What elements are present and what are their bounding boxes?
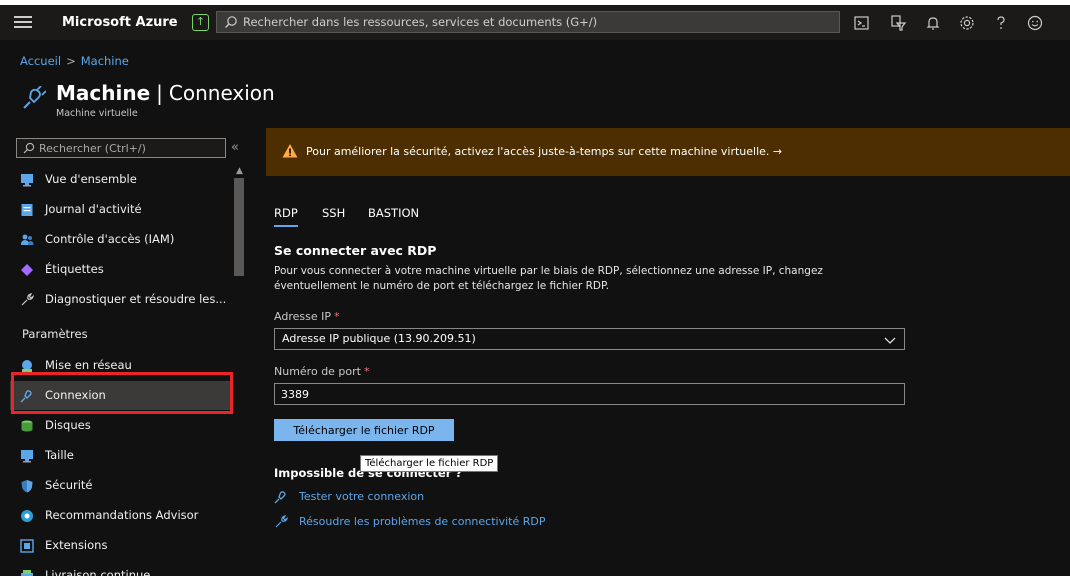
breadcrumb-separator: > bbox=[66, 54, 76, 68]
sidebar-item-label: Sécurité bbox=[45, 478, 93, 492]
network-icon bbox=[22, 360, 32, 372]
tag-icon bbox=[21, 264, 33, 276]
gear-icon[interactable] bbox=[958, 14, 976, 32]
jit-warning-banner[interactable]: Pour améliorer la sécurité, activez l'ac… bbox=[266, 128, 1070, 176]
page-subtitle: Machine virtuelle bbox=[56, 108, 138, 119]
sidebar-item-size[interactable]: Taille bbox=[10, 441, 232, 470]
sidebar-item-diagnose[interactable]: Diagnostiquer et résoudre les... bbox=[10, 285, 232, 314]
monitor-icon bbox=[21, 450, 33, 463]
global-search[interactable] bbox=[216, 11, 840, 33]
ip-address-value: Adresse IP publique (13.90.209.51) bbox=[282, 332, 476, 345]
sidebar-item-label: Connexion bbox=[45, 388, 106, 402]
breadcrumb: Accueil > Machine bbox=[20, 54, 129, 68]
download-rdp-tooltip: Télécharger le fichier RDP bbox=[360, 455, 499, 472]
sidebar-item-label: Extensions bbox=[45, 538, 108, 552]
warning-icon bbox=[282, 144, 298, 158]
feedback-smiley-icon[interactable] bbox=[1026, 14, 1044, 32]
azure-brand[interactable]: Microsoft Azure bbox=[62, 15, 178, 30]
tab-bastion[interactable]: BASTION bbox=[368, 206, 419, 220]
port-number-label: Numéro de port * bbox=[274, 365, 370, 378]
title-separator: | bbox=[156, 81, 163, 105]
port-number-input[interactable] bbox=[274, 383, 905, 405]
sidebar-item-label: Disques bbox=[45, 418, 91, 432]
sidebar-item-label: Étiquettes bbox=[45, 262, 104, 276]
sidebar-item-label: Vue d'ensemble bbox=[45, 172, 137, 186]
help-icon[interactable] bbox=[992, 14, 1010, 32]
ip-address-label-text: Adresse IP bbox=[274, 310, 331, 323]
hamburger-menu-icon[interactable] bbox=[14, 13, 32, 31]
sidebar-search-input[interactable] bbox=[39, 140, 219, 156]
main-content: Pour améliorer la sécurité, activez l'ac… bbox=[266, 128, 1070, 576]
sidebar-item-activity-log[interactable]: Journal d'activité bbox=[10, 195, 232, 224]
download-rdp-button[interactable]: Télécharger le fichier RDP bbox=[274, 419, 454, 441]
scroll-up-arrow-icon[interactable]: ▲ bbox=[236, 166, 243, 176]
log-icon bbox=[21, 204, 33, 216]
sidebar-item-label: Taille bbox=[45, 448, 74, 462]
page-title: Machine | Connexion bbox=[56, 81, 275, 105]
sidebar-item-overview[interactable]: Vue d'ensemble bbox=[10, 165, 232, 194]
blade-name: Connexion bbox=[168, 81, 275, 105]
ip-address-label: Adresse IP * bbox=[274, 310, 339, 323]
chevron-down-icon bbox=[884, 337, 896, 344]
wrench-icon bbox=[275, 515, 288, 528]
banner-message: Pour améliorer la sécurité, activez l'ac… bbox=[306, 145, 783, 158]
delivery-icon bbox=[21, 570, 33, 576]
directory-filter-icon[interactable] bbox=[889, 14, 907, 32]
connect-plug-icon bbox=[274, 491, 286, 504]
sidebar-item-extensions[interactable]: Extensions bbox=[10, 531, 232, 560]
wrench-icon bbox=[21, 293, 34, 306]
search-icon bbox=[225, 16, 237, 28]
sidebar-item-label: Contrôle d'accès (IAM) bbox=[45, 232, 175, 246]
top-bar: Microsoft Azure ↑ bbox=[0, 0, 1070, 40]
upgrade-icon[interactable]: ↑ bbox=[192, 14, 209, 31]
sidebar-scroll-thumb[interactable] bbox=[234, 178, 244, 276]
sidebar-item-label: Mise en réseau bbox=[45, 358, 132, 372]
disk-icon bbox=[21, 420, 33, 432]
bell-icon[interactable] bbox=[924, 14, 942, 32]
troubleshoot-rdp-link[interactable]: Résoudre les problèmes de connectivité R… bbox=[299, 515, 545, 528]
extension-icon bbox=[20, 539, 34, 553]
sidebar-search[interactable] bbox=[16, 138, 226, 158]
resource-name: Machine bbox=[56, 81, 151, 105]
ip-address-dropdown[interactable]: Adresse IP publique (13.90.209.51) bbox=[274, 328, 905, 350]
sidebar-item-label: Journal d'activité bbox=[45, 202, 142, 216]
required-mark: * bbox=[333, 310, 340, 323]
sidebar-item-tags[interactable]: Étiquettes bbox=[10, 255, 232, 284]
collapse-sidebar-button[interactable]: « bbox=[231, 140, 239, 155]
section-description: Pour vous connecter à votre machine virt… bbox=[274, 265, 823, 292]
global-search-input[interactable] bbox=[243, 14, 833, 30]
sidebar-item-connect[interactable]: Connexion bbox=[10, 381, 232, 410]
cloud-shell-icon[interactable] bbox=[853, 14, 871, 32]
sidebar-item-label: Livraison continue bbox=[45, 568, 151, 576]
search-icon bbox=[23, 142, 35, 154]
required-mark: * bbox=[364, 365, 370, 378]
sidebar-item-security[interactable]: Sécurité bbox=[10, 471, 232, 500]
tab-rdp[interactable]: RDP bbox=[274, 206, 298, 227]
breadcrumb-current[interactable]: Machine bbox=[81, 54, 129, 68]
sidebar-section-parametres: Paramètres bbox=[22, 327, 88, 341]
section-title: Se connecter avec RDP bbox=[274, 243, 437, 258]
sidebar-item-continuous-delivery[interactable]: Livraison continue bbox=[10, 561, 232, 576]
sidebar-item-label: Diagnostiquer et résoudre les... bbox=[45, 292, 227, 306]
shield-icon bbox=[21, 480, 33, 493]
sidebar-item-label: Recommandations Advisor bbox=[45, 508, 199, 522]
tab-ssh[interactable]: SSH bbox=[322, 206, 345, 220]
sidebar-item-iam[interactable]: Contrôle d'accès (IAM) bbox=[10, 225, 232, 254]
connect-plug-icon bbox=[23, 86, 46, 109]
sidebar-item-networking[interactable]: Mise en réseau bbox=[10, 351, 232, 380]
test-connection-link[interactable]: Tester votre connexion bbox=[299, 490, 424, 503]
sidebar-item-disks[interactable]: Disques bbox=[10, 411, 232, 440]
people-icon bbox=[21, 234, 34, 245]
advisor-icon bbox=[21, 510, 33, 522]
port-number-label-text: Numéro de port bbox=[274, 365, 361, 378]
monitor-icon bbox=[21, 174, 33, 187]
breadcrumb-home[interactable]: Accueil bbox=[20, 54, 61, 68]
sidebar-item-advisor[interactable]: Recommandations Advisor bbox=[10, 501, 232, 530]
connect-icon bbox=[20, 390, 32, 403]
